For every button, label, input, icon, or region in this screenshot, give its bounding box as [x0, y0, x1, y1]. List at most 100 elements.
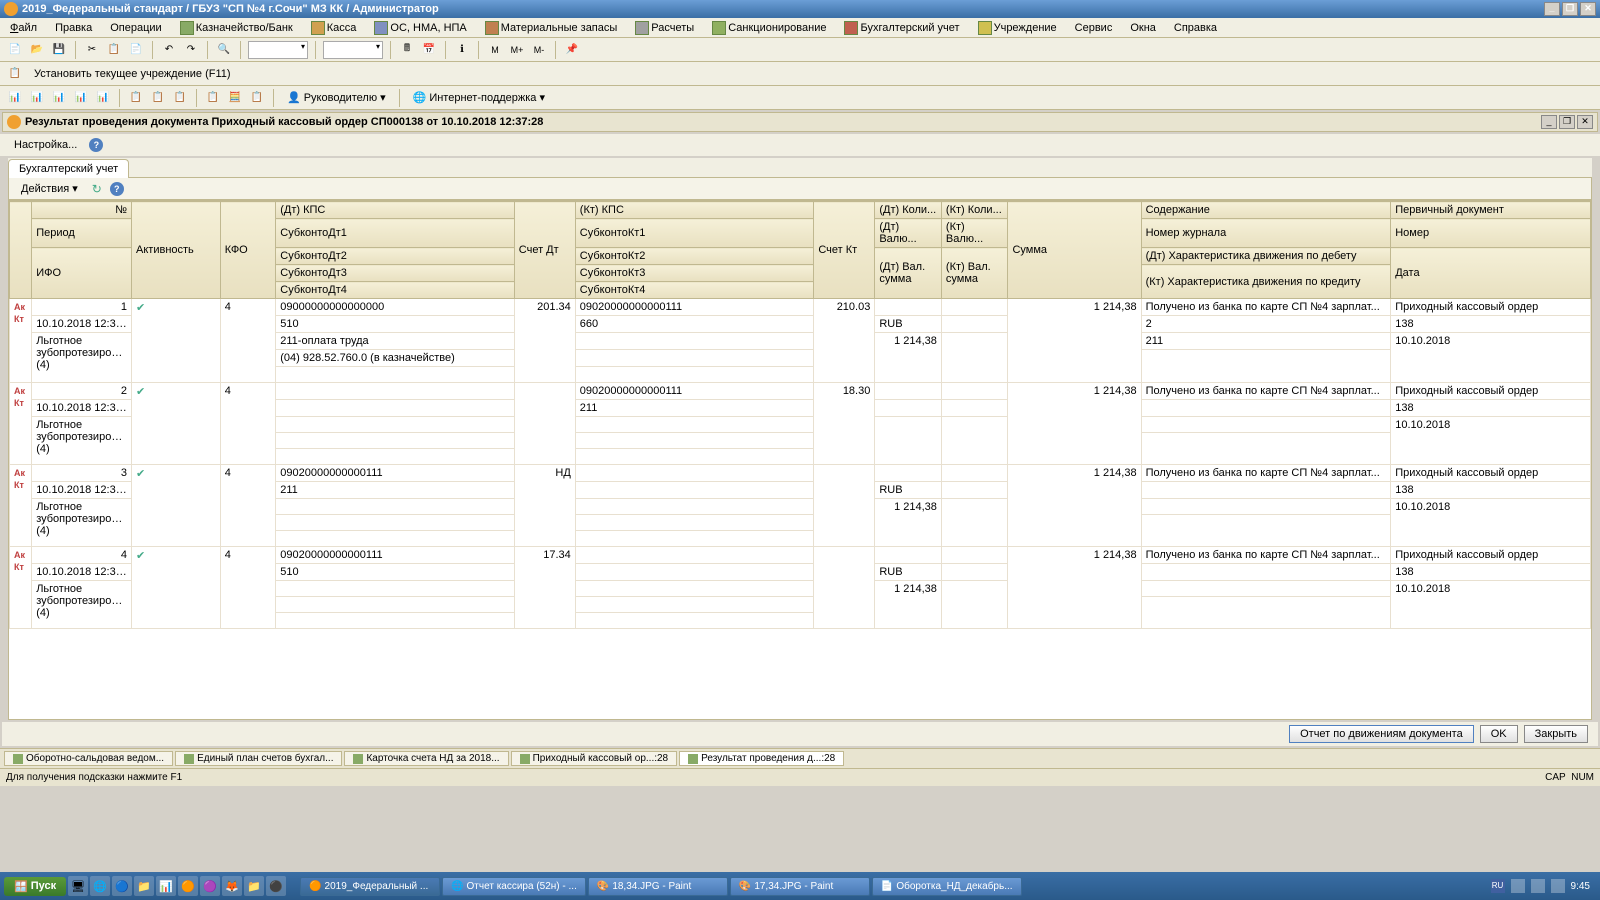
ql-app4[interactable]: 🦊: [222, 876, 242, 896]
menu-os[interactable]: ОС, НМА, НПА: [370, 19, 470, 37]
m-button[interactable]: M: [486, 41, 504, 59]
support-button[interactable]: 🌐 Интернет-поддержка ▾: [407, 89, 551, 106]
maximize-button[interactable]: ❐: [1562, 2, 1578, 16]
menu-accounting[interactable]: Бухгалтерский учет: [840, 19, 963, 37]
col-prim-date[interactable]: Дата: [1391, 248, 1591, 299]
menu-edit[interactable]: Правка: [51, 20, 96, 36]
menu-help[interactable]: Справка: [1170, 20, 1221, 36]
col-acc-dt[interactable]: Счет Дт: [514, 202, 575, 299]
m-plus-button[interactable]: M+: [508, 41, 526, 59]
tray-lang-icon[interactable]: RU: [1491, 879, 1505, 893]
open-button[interactable]: 📂: [28, 41, 46, 59]
task-report[interactable]: 🌐 Отчет кассира (52н) - ...: [442, 877, 586, 896]
btab-1[interactable]: Единый план счетов бухгал...: [175, 751, 342, 766]
tb3-7[interactable]: 📋: [149, 89, 167, 107]
report-button[interactable]: Отчет по движениям документа: [1289, 725, 1474, 743]
col-kt-sum[interactable]: (Кт) Вал. сумма: [941, 248, 1008, 299]
tb3-2[interactable]: 📊: [28, 89, 46, 107]
col-kt-cur[interactable]: (Кт) Валю...: [941, 219, 1008, 248]
tab-accounting[interactable]: Бухгалтерский учет: [8, 159, 129, 178]
tb3-6[interactable]: 📋: [127, 89, 145, 107]
menu-materials[interactable]: Материальные запасы: [481, 19, 622, 37]
btab-4[interactable]: Результат проведения д...:28: [679, 751, 844, 766]
col-sub-dt3[interactable]: СубконтоДт3: [276, 265, 515, 282]
col-kt-char[interactable]: (Кт) Характеристика движения по кредиту: [1141, 265, 1391, 299]
paste-button[interactable]: 📄: [127, 41, 145, 59]
col-dt-kps[interactable]: (Дт) КПС: [276, 202, 515, 219]
col-sub-kt2[interactable]: СубконтоКт2: [575, 248, 814, 265]
menu-sanctions[interactable]: Санкционирование: [708, 19, 830, 37]
col-sub-dt2[interactable]: СубконтоДт2: [276, 248, 515, 265]
data-grid[interactable]: № Активность КФО (Дт) КПС Счет Дт (Кт) К…: [8, 200, 1592, 720]
col-dt-char[interactable]: (Дт) Характеристика движения по дебету: [1141, 248, 1391, 265]
actions-button[interactable]: Действия ▾: [15, 180, 84, 197]
m-minus-button[interactable]: M-: [530, 41, 548, 59]
menu-treasury[interactable]: Казначейство/Банк: [176, 19, 297, 37]
col-sub-kt3[interactable]: СубконтоКт3: [575, 265, 814, 282]
ql-chrome[interactable]: 🔵: [112, 876, 132, 896]
tb3-8[interactable]: 📋: [171, 89, 189, 107]
col-period[interactable]: Период: [32, 219, 132, 248]
col-sub-dt1[interactable]: СубконтоДт1: [276, 219, 515, 248]
manager-button[interactable]: 👤 Руководителю ▾: [281, 89, 392, 106]
pin-button[interactable]: 📌: [563, 41, 581, 59]
menu-service[interactable]: Сервис: [1071, 20, 1117, 36]
tray-clock[interactable]: 9:45: [1571, 881, 1590, 892]
menu-file[interactable]: Файл: [6, 20, 41, 36]
refresh-icon[interactable]: ↻: [90, 182, 104, 196]
tb3-9[interactable]: 📋: [204, 89, 222, 107]
col-dt-sum[interactable]: (Дт) Вал. сумма: [875, 248, 942, 299]
ql-ie[interactable]: 🌐: [90, 876, 110, 896]
col-sub-kt1[interactable]: СубконтоКт1: [575, 219, 814, 248]
new-button[interactable]: 📄: [6, 41, 24, 59]
tb3-1[interactable]: 📊: [6, 89, 24, 107]
ql-app1[interactable]: 📊: [156, 876, 176, 896]
menu-calculations[interactable]: Расчеты: [631, 19, 698, 37]
menu-windows[interactable]: Окна: [1126, 20, 1160, 36]
col-icon[interactable]: [10, 202, 32, 299]
tb3-3[interactable]: 📊: [50, 89, 68, 107]
tb3-4[interactable]: 📊: [72, 89, 90, 107]
ql-app3[interactable]: 🟣: [200, 876, 220, 896]
col-acc-kt[interactable]: Счет Кт: [814, 202, 875, 299]
btab-2[interactable]: Карточка счета НД за 2018...: [344, 751, 508, 766]
help-icon[interactable]: ?: [89, 138, 103, 152]
find-button[interactable]: 🔍: [215, 41, 233, 59]
tray-icon-3[interactable]: [1551, 879, 1565, 893]
task-1c[interactable]: 🟠 2019_Федеральный ...: [300, 877, 440, 896]
close-doc-button[interactable]: Закрыть: [1524, 725, 1588, 743]
col-activity[interactable]: Активность: [132, 202, 221, 299]
redo-button[interactable]: ↷: [182, 41, 200, 59]
ql-desktop[interactable]: 🖥: [68, 876, 88, 896]
copy-button[interactable]: 📋: [105, 41, 123, 59]
col-number[interactable]: №: [32, 202, 132, 219]
grid-help-icon[interactable]: ?: [110, 182, 124, 196]
tray-icon-2[interactable]: [1531, 879, 1545, 893]
task-oborotka[interactable]: 📄 Оборотка_НД_декабрь...: [872, 877, 1022, 896]
start-button[interactable]: 🪟 Пуск: [4, 877, 66, 896]
col-prim-num[interactable]: Номер: [1391, 219, 1591, 248]
settings-button[interactable]: Настройка...: [8, 137, 83, 153]
task-paint2[interactable]: 🎨 17,34.JPG - Paint: [730, 877, 870, 896]
col-content[interactable]: Содержание: [1141, 202, 1391, 219]
ql-app5[interactable]: 📁: [244, 876, 264, 896]
ql-app6[interactable]: ⚫: [266, 876, 286, 896]
btab-3[interactable]: Приходный кассовый ор...:28: [511, 751, 678, 766]
ql-app2[interactable]: 🟠: [178, 876, 198, 896]
col-journal[interactable]: Номер журнала: [1141, 219, 1391, 248]
tb3-10[interactable]: 🧮: [226, 89, 244, 107]
help-button[interactable]: ℹ: [453, 41, 471, 59]
col-kt-kps[interactable]: (Кт) КПС: [575, 202, 814, 219]
col-sub-dt4[interactable]: СубконтоДт4: [276, 282, 515, 299]
col-dt-cur[interactable]: (Дт) Валю...: [875, 219, 942, 248]
cut-button[interactable]: ✂: [83, 41, 101, 59]
dropdown-1[interactable]: [248, 41, 308, 59]
doc-minimize-button[interactable]: _: [1541, 115, 1557, 129]
col-sum[interactable]: Сумма: [1008, 202, 1141, 299]
doc-maximize-button[interactable]: ❐: [1559, 115, 1575, 129]
menu-institution[interactable]: Учреждение: [974, 19, 1061, 37]
set-institution-button[interactable]: Установить текущее учреждение (F11): [28, 66, 237, 82]
col-kfo[interactable]: КФО: [220, 202, 275, 299]
tray-icon-1[interactable]: [1511, 879, 1525, 893]
tb3-11[interactable]: 📋: [248, 89, 266, 107]
